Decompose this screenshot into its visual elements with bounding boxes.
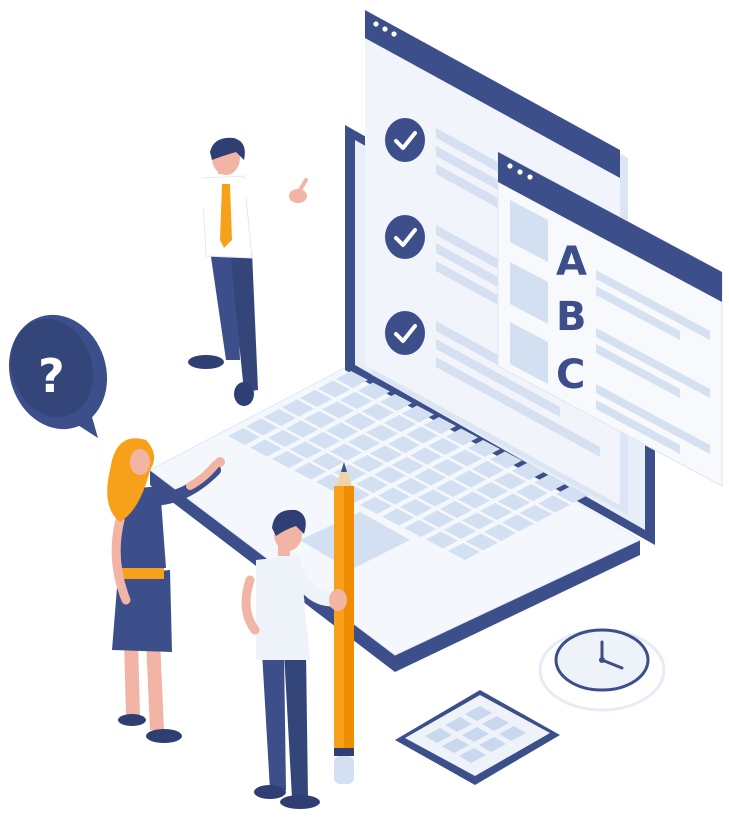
option-letter-b: B bbox=[556, 294, 587, 340]
clock-icon bbox=[538, 628, 666, 712]
calendar-icon bbox=[395, 690, 560, 785]
option-letter-a: A bbox=[556, 239, 587, 285]
window-dot-icon bbox=[382, 26, 388, 32]
online-quiz-illustration: A B C ? bbox=[8, 10, 723, 809]
check-icon bbox=[385, 311, 425, 355]
man-presenting bbox=[188, 137, 308, 406]
window-dot-icon bbox=[527, 174, 533, 180]
check-icon bbox=[385, 118, 425, 162]
question-mark: ? bbox=[38, 349, 65, 403]
question-bubble-icon: ? bbox=[8, 314, 108, 438]
window-dot-icon bbox=[373, 21, 379, 27]
window-dot-icon bbox=[391, 31, 397, 37]
window-dot-icon bbox=[517, 169, 523, 175]
window-dot-icon bbox=[507, 163, 513, 169]
check-icon bbox=[385, 215, 425, 259]
option-letter-c: C bbox=[556, 352, 585, 398]
